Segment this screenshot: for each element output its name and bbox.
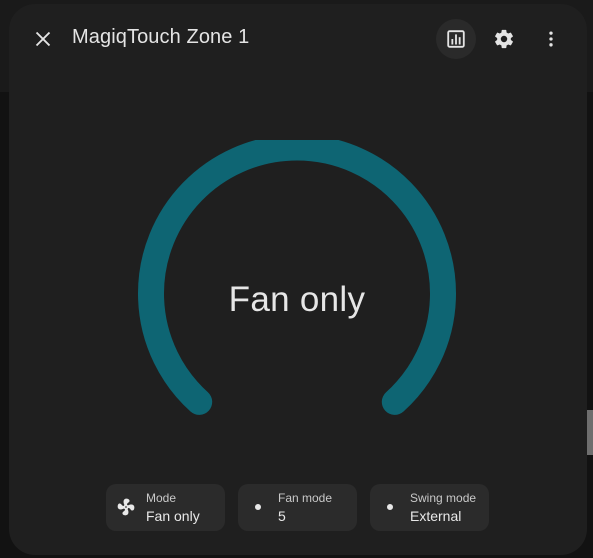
mode-value: Fan only — [146, 508, 200, 524]
fan-mode-name: Fan mode — [278, 491, 333, 505]
close-icon — [35, 31, 51, 47]
mode-name: Mode — [146, 491, 177, 505]
gear-icon — [495, 29, 513, 49]
dot-icon — [248, 497, 268, 517]
mode-chip[interactable]: Mode Fan only — [106, 484, 225, 531]
chart-box-icon — [447, 30, 465, 48]
more-info-dialog: MagiqTouch Zone 1 Fan only Mode Fan only… — [9, 4, 587, 555]
dialog-title: MagiqTouch Zone 1 — [72, 26, 250, 48]
dot-icon — [380, 497, 400, 517]
close-button[interactable] — [23, 19, 63, 59]
swing-mode-name: Swing mode — [410, 491, 477, 505]
dialog-header: MagiqTouch Zone 1 — [9, 4, 587, 76]
state-label: Fan only — [228, 280, 366, 319]
settings-button[interactable] — [484, 19, 524, 59]
scrollbar[interactable] — [587, 410, 593, 455]
fan-mode-chip[interactable]: Fan mode 5 — [238, 484, 357, 531]
dots-vertical-icon — [549, 31, 553, 47]
history-button[interactable] — [436, 19, 476, 59]
climate-state-gauge: Fan only — [137, 140, 457, 430]
fan-icon — [116, 497, 136, 517]
swing-mode-chip[interactable]: Swing mode External — [370, 484, 489, 531]
swing-mode-value: External — [410, 508, 462, 524]
more-options-button[interactable] — [531, 19, 571, 59]
fan-mode-value: 5 — [278, 508, 286, 524]
